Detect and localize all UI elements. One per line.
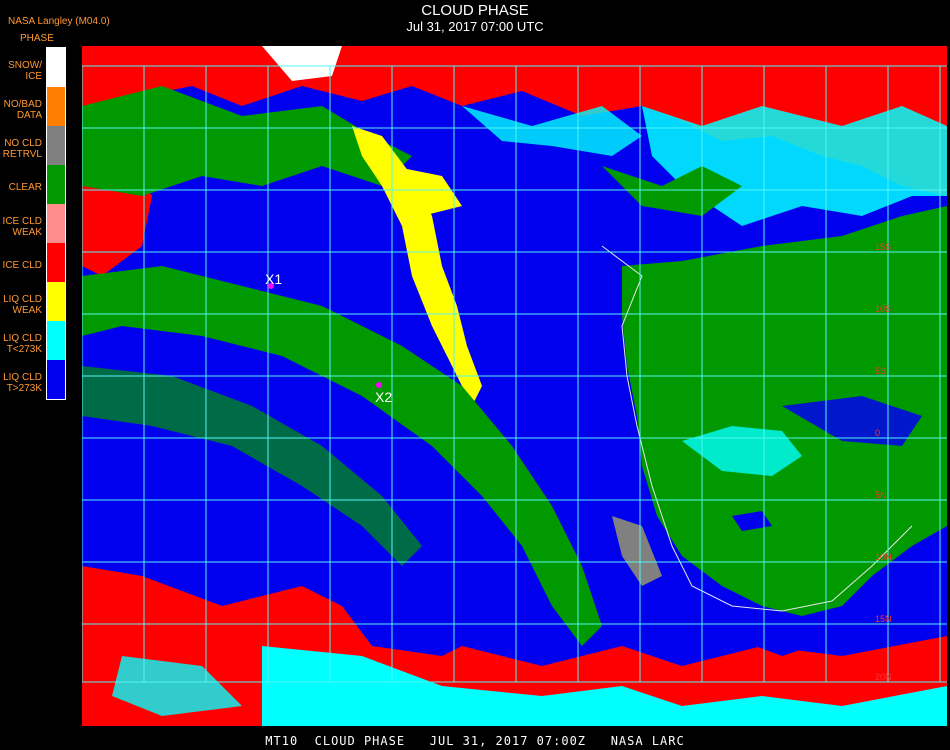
lat-label: 0 bbox=[875, 428, 880, 438]
legend-swatch-liq-cld-weak bbox=[47, 282, 65, 321]
legend-swatch-snow-ice bbox=[47, 48, 65, 87]
legend-swatch-no-cld-retrvl bbox=[47, 126, 65, 165]
legend-label-liq-cld-cold: LIQ CLD T<273K bbox=[3, 333, 42, 355]
marker-x1-label: X1 bbox=[265, 271, 282, 287]
legend-label-no-bad-data: NO/BAD DATA bbox=[3, 99, 42, 121]
legend-label-liq-cld-weak: LIQ CLD WEAK bbox=[3, 294, 42, 316]
lat-label: 10S bbox=[875, 304, 891, 314]
legend-swatch-no-bad-data bbox=[47, 87, 65, 126]
legend-color-bar bbox=[46, 47, 66, 400]
legend-swatch-clear bbox=[47, 165, 65, 204]
footer-caption: MT10 CLOUD PHASE JUL 31, 2017 07:00Z NAS… bbox=[265, 734, 685, 748]
lat-label: 15S bbox=[875, 242, 891, 252]
cloud-phase-map[interactable]: 15S 10S 5S 0 5N 10N 15N 20N X1 X2 bbox=[82, 46, 947, 726]
legend-label-snow-ice: SNOW/ ICE bbox=[8, 60, 42, 82]
legend-swatch-liq-cld-warm bbox=[47, 360, 65, 399]
lat-label: 20N bbox=[875, 672, 892, 682]
legend-label-no-cld-retrvl: NO CLD RETRVL bbox=[2, 138, 42, 160]
lat-label: 15N bbox=[875, 614, 892, 624]
map-canvas: 15S 10S 5S 0 5N 10N 15N 20N X1 X2 bbox=[82, 46, 947, 726]
legend-label-ice-cld-weak: ICE CLD WEAK bbox=[2, 216, 42, 238]
lat-label: 10N bbox=[875, 552, 892, 562]
legend-label-liq-cld-warm: LIQ CLD T>273K bbox=[3, 372, 42, 394]
legend-swatch-ice-cld bbox=[47, 243, 65, 282]
lat-label: 5S bbox=[875, 366, 886, 376]
legend-swatch-liq-cld-cold bbox=[47, 321, 65, 360]
legend-label-clear: CLEAR bbox=[8, 182, 42, 193]
lat-label: 5N bbox=[875, 490, 887, 500]
source-label: NASA Langley (M04.0) bbox=[8, 16, 110, 27]
map-title: CLOUD PHASE bbox=[421, 2, 529, 19]
legend-swatch-ice-cld-weak bbox=[47, 204, 65, 243]
legend-title: PHASE bbox=[20, 33, 54, 44]
map-date: Jul 31, 2017 07:00 UTC bbox=[406, 19, 544, 34]
legend-label-ice-cld: ICE CLD bbox=[2, 260, 42, 271]
marker-x2-label: X2 bbox=[375, 389, 392, 405]
marker-x2-dot[interactable] bbox=[376, 382, 382, 388]
